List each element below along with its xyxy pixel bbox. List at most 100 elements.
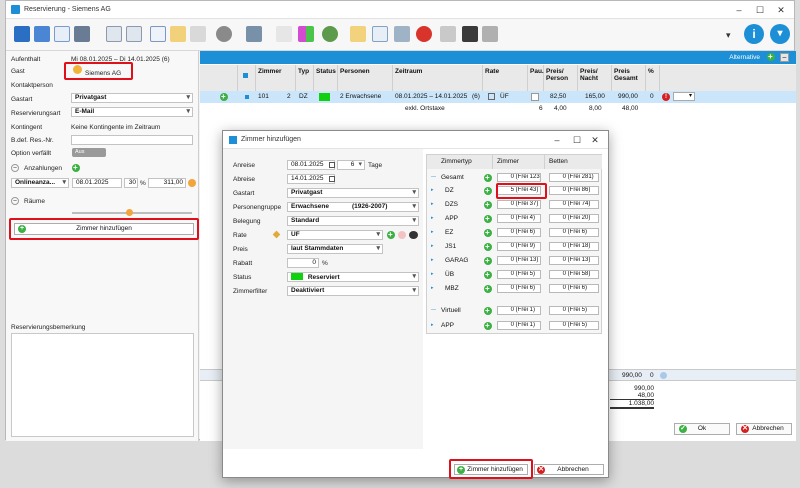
add-room-icon[interactable] <box>484 321 492 330</box>
room-type-row-app[interactable]: ▸ APP 0 (Frei 4) 0 (Frei 20) <box>427 213 602 225</box>
grid-header-zeitraum[interactable]: Zeitraum <box>393 65 483 91</box>
expand-icon[interactable]: ▸ <box>431 322 434 328</box>
room-count-input[interactable]: 0 (Frei 5) <box>497 270 541 279</box>
room-count-input[interactable]: 0 (Frei 4) <box>497 214 541 223</box>
grid-header-rate[interactable]: Rate <box>483 65 528 91</box>
dialog-minimize-button[interactable]: – <box>550 134 564 146</box>
th-betten[interactable]: Betten <box>545 155 602 169</box>
bed-count-input[interactable]: 0 (Frei 281) <box>549 173 599 182</box>
add-anzahlung-icon[interactable] <box>72 163 80 172</box>
alternative-remove-icon[interactable]: – <box>780 53 789 62</box>
document-icon[interactable] <box>54 26 70 42</box>
edit-icon[interactable] <box>170 26 186 42</box>
bed-count-input[interactable]: 0 (Frei 5) <box>549 321 599 330</box>
rabatt-input[interactable]: 0 <box>287 258 319 268</box>
list-icon[interactable] <box>126 26 142 42</box>
collapse-icon[interactable]: — <box>431 174 436 180</box>
room-type-row-app[interactable]: ▸ APP 0 (Frei 1) 0 (Frei 5) <box>427 320 602 332</box>
th-zimmer[interactable]: Zimmer <box>493 155 545 169</box>
raeume-slider-handle[interactable] <box>126 209 133 216</box>
add-room-icon[interactable] <box>484 256 492 265</box>
card-icon[interactable] <box>106 26 122 42</box>
dialog-cancel-button[interactable]: ✕ Abbrechen <box>534 464 604 475</box>
room-type-row-virtuell[interactable]: — Virtuell 0 (Frei 1) 0 (Frei 5) <box>427 305 602 317</box>
row-add-icon[interactable] <box>220 92 228 101</box>
dropdown-icon[interactable]: ▾ <box>726 30 731 41</box>
add-room-icon[interactable] <box>484 284 492 293</box>
bdef-input[interactable] <box>71 135 193 145</box>
save-copy-icon[interactable] <box>34 26 50 42</box>
tage-input[interactable]: 6 <box>337 160 365 170</box>
room-count-input[interactable]: 0 (Frei 37) <box>497 200 541 209</box>
room-colors-icon[interactable] <box>298 26 314 42</box>
expand-icon[interactable]: ▸ <box>431 187 434 193</box>
new-document-icon[interactable] <box>372 26 388 42</box>
raeume-collapse-icon[interactable]: – <box>11 197 19 205</box>
abreise-input[interactable]: 14.01.2025 <box>287 174 335 184</box>
bed-icon[interactable] <box>276 26 292 42</box>
expand-icon[interactable]: ▸ <box>431 271 434 277</box>
room-count-input[interactable]: 0 (Frei 6) <box>497 228 541 237</box>
grid-header-preis-person[interactable]: Preis/ Person <box>544 65 578 91</box>
row-dropdown[interactable]: ▾ <box>673 92 695 101</box>
grid-header-preis-nacht[interactable]: Preis/ Nacht <box>578 65 612 91</box>
door-icon[interactable] <box>462 26 478 42</box>
bed-count-input[interactable]: 0 (Frei 58) <box>549 270 599 279</box>
room-count-input[interactable]: 0 (Frei 9) <box>497 242 541 251</box>
belegung-select[interactable]: Standard <box>287 216 419 226</box>
rate-remove-icon[interactable] <box>398 231 406 239</box>
trash-icon[interactable] <box>440 26 456 42</box>
rate-select[interactable]: ÜF <box>287 230 383 240</box>
expand-icon[interactable]: ▸ <box>431 285 434 291</box>
abreise-calendar-icon[interactable] <box>329 176 335 182</box>
preis-select[interactable]: laut Stammdaten <box>287 244 383 254</box>
ok-button[interactable]: ✓ Ok <box>674 423 730 435</box>
rate-view-icon[interactable] <box>409 231 418 239</box>
notes-icon[interactable] <box>190 26 206 42</box>
alternative-add-icon[interactable] <box>767 52 775 61</box>
grid-header-check[interactable] <box>238 65 256 91</box>
room-type-row-garag[interactable]: ▸ GARAG 0 (Frei 13) 0 (Frei 13) <box>427 255 602 267</box>
anzahlungen-collapse-icon[interactable]: – <box>11 164 19 172</box>
reservierungsart-select[interactable]: E-Mail <box>71 107 193 117</box>
anreise-calendar-icon[interactable] <box>329 162 335 168</box>
grid-header-preis-gesamt[interactable]: Preis Gesamt <box>612 65 646 91</box>
bed-count-input[interactable]: 0 (Frei 86) <box>549 186 599 195</box>
expand-icon[interactable]: ▸ <box>431 215 434 221</box>
dialog-close-button[interactable]: ✕ <box>588 134 602 146</box>
warning-icon[interactable]: ! <box>662 93 670 101</box>
gastart-select[interactable]: Privatgast <box>71 93 193 103</box>
add-document-icon[interactable] <box>350 26 366 42</box>
room-count-input[interactable]: 0 (Frei 6) <box>497 284 541 293</box>
add-room-icon[interactable] <box>484 200 492 209</box>
add-room-icon[interactable] <box>484 186 492 195</box>
room-count-input[interactable]: 0 (Frei 1) <box>497 321 541 330</box>
add-room-icon[interactable] <box>484 214 492 223</box>
rate-add-icon[interactable] <box>387 230 395 239</box>
expand-icon[interactable]: ▸ <box>431 229 434 235</box>
room-type-row-ez[interactable]: ▸ EZ 0 (Frei 6) 0 (Frei 6) <box>427 227 602 239</box>
row-pau-check[interactable] <box>531 93 539 101</box>
add-room-icon[interactable] <box>484 242 492 251</box>
bed-count-input[interactable]: 0 (Frei 6) <box>549 228 599 237</box>
calendar-icon[interactable] <box>488 93 495 100</box>
maximize-button[interactable]: ☐ <box>753 4 767 16</box>
zimmerfilter-select[interactable]: Deaktiviert <box>287 286 419 296</box>
dialog-maximize-button[interactable]: ☐ <box>570 134 584 146</box>
grid-header-status[interactable]: Status <box>314 65 338 91</box>
minimize-button[interactable]: – <box>732 4 746 16</box>
anreise-input[interactable]: 08.01.2025 <box>287 160 335 170</box>
anz-type-select[interactable]: Onlineanza... <box>11 178 69 188</box>
expand-icon[interactable]: ▸ <box>431 257 434 263</box>
room-type-row-dzs[interactable]: ▸ DZS 0 (Frei 37) 0 (Frei 74) <box>427 199 602 211</box>
option-toggle[interactable]: Aus <box>72 148 106 157</box>
expand-icon[interactable]: ▸ <box>431 201 434 207</box>
basket-icon[interactable] <box>394 26 410 42</box>
grid-header-pau[interactable]: Pau. <box>528 65 544 91</box>
bed-count-input[interactable]: 0 (Frei 18) <box>549 242 599 251</box>
help-icon[interactable]: ▾ <box>770 24 790 44</box>
rate-edit-icon[interactable] <box>272 230 281 239</box>
exit-icon[interactable] <box>482 26 498 42</box>
add-room-icon[interactable] <box>484 306 492 315</box>
d-gastart-select[interactable]: Privatgast <box>287 188 419 198</box>
